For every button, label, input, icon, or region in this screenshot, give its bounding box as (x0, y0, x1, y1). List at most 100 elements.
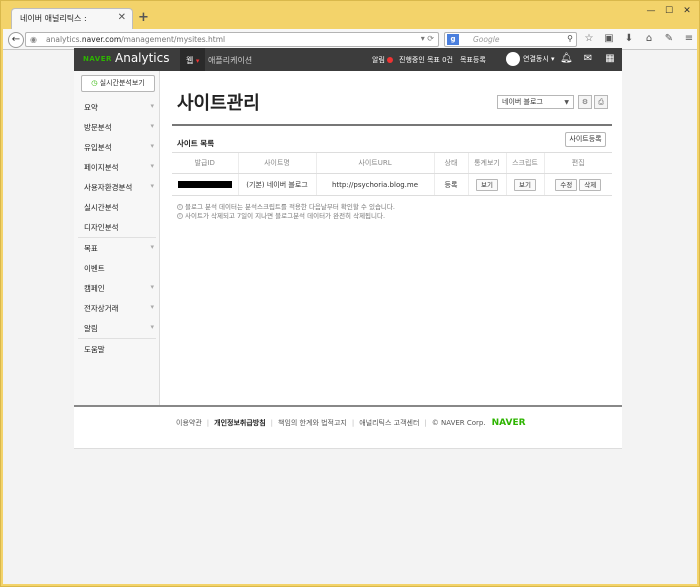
print-icon[interactable]: ⎙ (594, 95, 608, 109)
tab-application[interactable]: 애플리케이션 (208, 55, 252, 66)
chevron-down-icon: ▾ (150, 323, 154, 331)
extension-icon[interactable]: ✎ (663, 33, 675, 45)
tab-title: 네이버 애널리틱스 : (20, 14, 87, 23)
col-status: 상태 (433, 152, 468, 174)
alert-label: 알림 (372, 56, 385, 64)
url-bar[interactable]: ◉ analytics.naver.com/management/mysites… (25, 32, 439, 47)
search-icon[interactable]: ⚲ (567, 33, 573, 45)
alert-link[interactable]: 알림 (372, 55, 393, 65)
site-header: NAVER Analytics 웹 ▾ 애플리케이션 알림 진행중인 목표 0건… (74, 48, 622, 71)
reload-icon[interactable]: ▾ ⟳ (421, 33, 434, 45)
download-icon[interactable]: ⬇ (623, 33, 635, 45)
new-tab-button[interactable]: + (138, 10, 149, 25)
sidebar-item-label: 방문분석 (84, 123, 112, 132)
sidebar-item-label: 목표 (84, 244, 98, 253)
sidebar-item[interactable]: 디자인분석 (74, 217, 160, 237)
footer-naver-logo[interactable]: NAVER (492, 418, 526, 428)
footer-links: 이용약관 | 개인정보취급방침 | 책임의 한계와 법적고지 | 애널리틱스 고… (176, 418, 526, 428)
delete-button[interactable]: 삭제 (579, 178, 602, 191)
note-item: i 블로그 분석 데이터는 분석스크립트를 적용한 다음날부터 확인할 수 있습니… (177, 203, 395, 212)
chevron-down-icon: ▾ (195, 57, 200, 65)
terms-link[interactable]: 이용약관 (176, 418, 202, 428)
search-bar[interactable]: g Google ⚲ (444, 32, 577, 47)
view-script-button[interactable]: 보기 (514, 178, 536, 191)
apps-grid-icon[interactable]: ▦ (604, 53, 616, 65)
page-title: 사이트관리 (177, 93, 260, 114)
header-icons: 🔔︎ ✉ ▦ (560, 53, 616, 65)
redacted-id (177, 181, 232, 188)
site-select[interactable]: 네이버 블로그 ▼ (497, 95, 574, 109)
settings-gear-icon[interactable]: ⚙ (578, 95, 592, 109)
sidebar-item-label: 전자상거래 (84, 304, 119, 313)
tab-web-label: 웹 (186, 56, 194, 65)
bell-icon[interactable]: 🔔︎ (560, 53, 573, 65)
notes: i 블로그 분석 데이터는 분석스크립트를 적용한 다음날부터 확인할 수 있습니… (177, 203, 395, 221)
goal-register-link[interactable]: 목표등록 (460, 55, 486, 65)
close-window-icon[interactable]: ✕ (681, 6, 693, 16)
analytics-logo[interactable]: Analytics (115, 51, 170, 65)
search-input[interactable]: Google (473, 35, 499, 44)
info-icon: i (177, 204, 183, 210)
disclaimer-link[interactable]: 책임의 한계와 법적고지 (278, 418, 347, 428)
naver-logo[interactable]: NAVER (83, 55, 112, 63)
minimize-icon[interactable]: — (645, 6, 657, 16)
search-engine-icon[interactable]: g (447, 34, 459, 45)
chevron-down-icon: ▾ (150, 102, 154, 110)
support-link[interactable]: 애널리틱스 고객센터 (359, 418, 419, 428)
chevron-down-icon: ▾ (150, 182, 154, 190)
sidebar-item[interactable]: 요약 ▾ (74, 97, 160, 117)
col-site-name: 사이트명 (237, 152, 316, 174)
clock-icon: ◷ (91, 79, 98, 87)
info-icon: i (177, 213, 183, 219)
bookmark-star-icon[interactable]: ☆ (583, 33, 595, 45)
edit-cell: 수정 삭제 (543, 173, 612, 196)
mail-icon[interactable]: ✉ (582, 53, 594, 65)
sidebar-item[interactable]: 실시간분석 (74, 197, 160, 217)
copyright: © NAVER Corp. (431, 419, 486, 427)
sidebar-item[interactable]: 전자상거래 ▾ (74, 298, 160, 318)
sidebar-item[interactable]: 캠페인 ▾ (74, 278, 160, 298)
sidebar-item[interactable]: 사용자환경분석 ▾ (74, 177, 160, 197)
realtime-button-label: 실시간분석보기 (99, 79, 145, 87)
home-icon[interactable]: ⌂ (643, 33, 655, 45)
chevron-down-icon: ▾ (150, 303, 154, 311)
sidebar-item[interactable]: 목표 ▾ (74, 238, 160, 258)
sidebar-item-label: 캠페인 (84, 284, 105, 293)
sidebar-item-label: 유입분석 (84, 143, 112, 152)
tab-web[interactable]: 웹 ▾ (180, 48, 206, 71)
chevron-down-icon: ▾ (150, 243, 154, 251)
main-content: 사이트관리 네이버 블로그 ▼ ⚙ ⎙ 사이트 목록 사이트등록 발급ID 사이… (160, 71, 622, 405)
chevron-down-icon: ▾ (150, 162, 154, 170)
sidebar-item[interactable]: 이벤트 (74, 258, 160, 278)
status-cell: 등록 (433, 173, 468, 196)
sidebar-item[interactable]: 페이지분석 ▾ (74, 157, 160, 177)
globe-icon: ◉ (30, 35, 37, 44)
user-menu[interactable]: 연결동시 ▾ (506, 52, 555, 66)
close-tab-icon[interactable]: ✕ (118, 12, 126, 23)
tab-bar: 네이버 애널리틱스 : ✕ + — ☐ ✕ (3, 3, 697, 29)
sidebar-item-label: 도움말 (84, 345, 105, 354)
sidebar-item[interactable]: 방문분석 ▾ (74, 117, 160, 137)
realtime-analysis-button[interactable]: ◷ 실시간분석보기 (81, 75, 155, 92)
add-site-button[interactable]: 사이트등록 (565, 132, 606, 147)
edit-button[interactable]: 수정 (555, 178, 578, 191)
clipboard-icon[interactable]: ▣ (603, 33, 615, 45)
chevron-down-icon: ▾ (150, 142, 154, 150)
sidebar-item[interactable]: 알림 ▾ (74, 318, 160, 338)
browser-tab[interactable]: 네이버 애널리틱스 : ✕ (11, 8, 133, 29)
goal-progress-link[interactable]: 진행중인 목표 0건 (399, 55, 453, 65)
view-stats-button[interactable]: 보기 (476, 178, 498, 191)
sidebar-item[interactable]: 유입분석 ▾ (74, 137, 160, 157)
issued-id-cell (172, 173, 238, 196)
menu-icon[interactable]: ≡ (683, 33, 695, 45)
sidebar-item-label: 요약 (84, 103, 98, 112)
footer-separator: | (424, 419, 427, 427)
footer-separator: | (270, 419, 274, 427)
privacy-link[interactable]: 개인정보취급방침 (214, 418, 266, 428)
sidebar-item[interactable]: 도움말 (74, 339, 160, 359)
url-domain: naver.com (81, 35, 122, 44)
section-title: 사이트 목록 (177, 139, 215, 148)
back-icon[interactable]: ← (8, 32, 24, 48)
maximize-icon[interactable]: ☐ (663, 6, 675, 16)
avatar (506, 52, 520, 66)
